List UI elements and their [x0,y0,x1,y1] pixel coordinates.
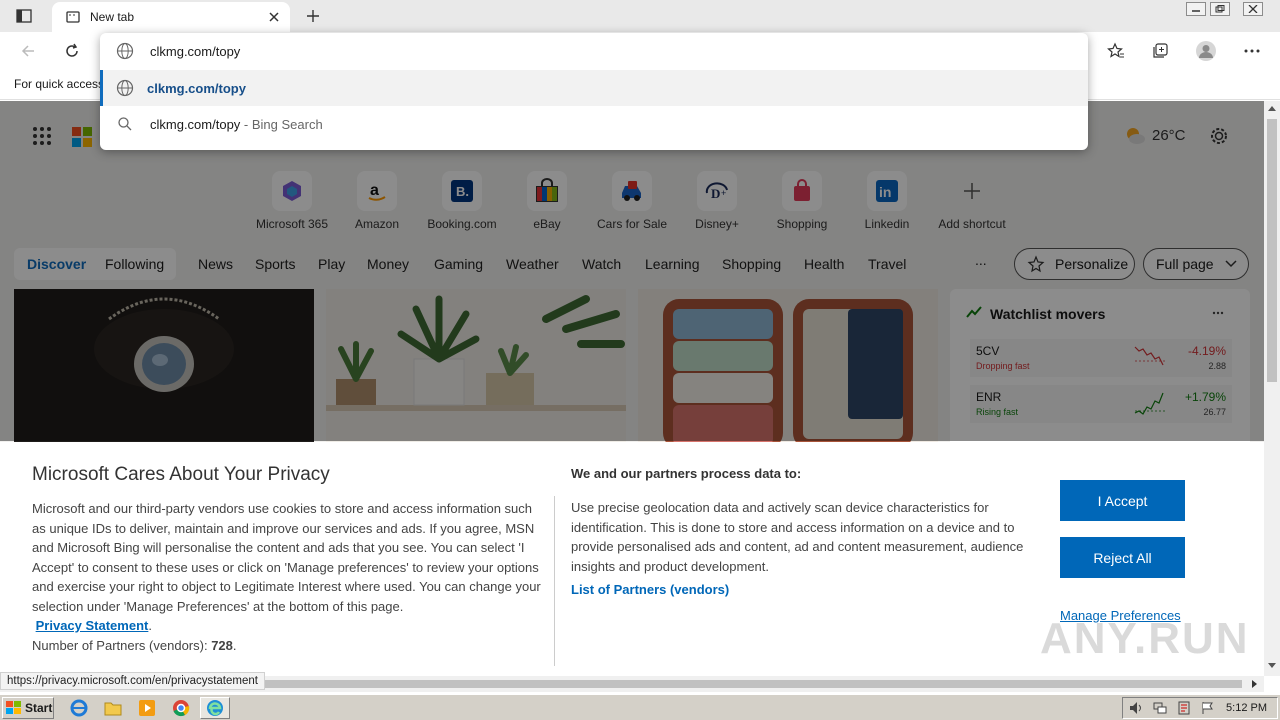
accept-button[interactable]: I Accept [1060,480,1185,521]
close-tab-icon[interactable] [268,11,280,23]
partners-heading: We and our partners process data to: [571,466,802,481]
back-arrow-icon [21,45,34,57]
favorites-hint: For quick access [14,77,105,91]
tab-actions-icon [16,9,32,23]
page-dim-overlay [0,101,1264,441]
network-icon[interactable] [1153,701,1167,715]
watermark: ANY.RUN [1040,614,1250,663]
suggestion-bing-search[interactable]: clkmg.com/topy - Bing Search [100,106,1088,142]
collections-icon [1153,43,1168,58]
consent-title: Microsoft Cares About Your Privacy [32,464,330,485]
favorites-button[interactable] [1102,37,1130,65]
refresh-icon [66,43,78,57]
new-tab-page-icon [66,11,80,23]
scroll-thumb[interactable] [1267,119,1277,382]
taskbar-explorer[interactable] [100,697,126,719]
partners-body: Use precise geolocation data and activel… [571,500,1024,574]
chrome-icon [173,700,190,717]
media-player-icon [139,700,155,716]
collections-button[interactable] [1146,37,1174,65]
restore-button[interactable] [1210,2,1230,16]
status-bar-url: https://privacy.microsoft.com/en/privacy… [0,672,265,690]
consent-text: Microsoft and our third-party vendors us… [32,501,541,614]
consent-body: Microsoft and our third-party vendors us… [32,501,541,653]
suggestion-url-text: clkmg.com/topy [147,80,246,96]
new-tab-button[interactable] [300,4,326,28]
settings-more-button[interactable] [1238,37,1266,65]
globe-icon [116,79,134,97]
volume-icon[interactable] [1129,701,1143,715]
flag-icon[interactable] [1201,701,1215,715]
suggestion-search-suffix: - Bing Search [240,116,323,132]
address-row [100,33,1088,69]
folder-icon [104,702,122,716]
taskbar-media[interactable] [134,697,160,719]
windows-logo-icon [6,701,21,714]
browser-tab[interactable]: New tab [52,2,290,32]
suggestion-url[interactable]: clkmg.com/topy [100,70,1088,106]
system-tray: 5:12 PM [1122,697,1278,719]
address-input[interactable] [150,43,750,59]
internet-explorer-icon [70,699,88,717]
taskbar-ie[interactable] [66,697,92,719]
close-window-icon [1248,5,1258,13]
search-icon [118,117,132,131]
more-horizontal-icon [1244,49,1260,53]
close-window-button[interactable] [1243,2,1263,16]
reject-all-button[interactable]: Reject All [1060,537,1185,578]
minimize-icon [1192,10,1200,12]
privacy-statement-link[interactable]: Privacy Statement [36,618,149,633]
scroll-down-icon[interactable] [1268,663,1276,669]
restore-icon [1215,5,1225,13]
refresh-button[interactable] [58,37,86,65]
divider [554,496,555,666]
profile-button[interactable] [1192,37,1220,65]
taskbar-chrome[interactable] [168,697,194,719]
edge-icon [207,700,223,716]
partners-count: 728 [211,637,233,653]
tab-actions-button[interactable] [8,4,40,28]
globe-icon [116,42,134,60]
suggestion-search-text: clkmg.com/topy [150,116,241,132]
back-button[interactable] [14,37,42,65]
tab-title: New tab [90,10,135,24]
scroll-up-icon[interactable] [1268,105,1276,111]
title-bar: New tab [0,0,1280,32]
avatar-icon [1196,41,1216,61]
plus-icon [307,10,319,22]
address-bar-dropdown: clkmg.com/topy clkmg.com/topy - Bing Sea… [100,33,1088,150]
security-icon[interactable] [1177,701,1191,715]
star-list-icon [1107,42,1124,58]
minimize-button[interactable] [1186,2,1206,16]
start-button[interactable]: Start [2,697,54,719]
taskbar: Start 5:12 PM [0,694,1280,720]
clock: 5:12 PM [1226,702,1267,714]
taskbar-edge[interactable] [200,697,230,719]
vendors-list-link[interactable]: List of Partners (vendors) [571,582,729,597]
partners-count-label: Number of Partners (vendors): [32,637,212,653]
vertical-scrollbar[interactable] [1264,101,1280,676]
scroll-right-icon[interactable] [1252,680,1258,688]
